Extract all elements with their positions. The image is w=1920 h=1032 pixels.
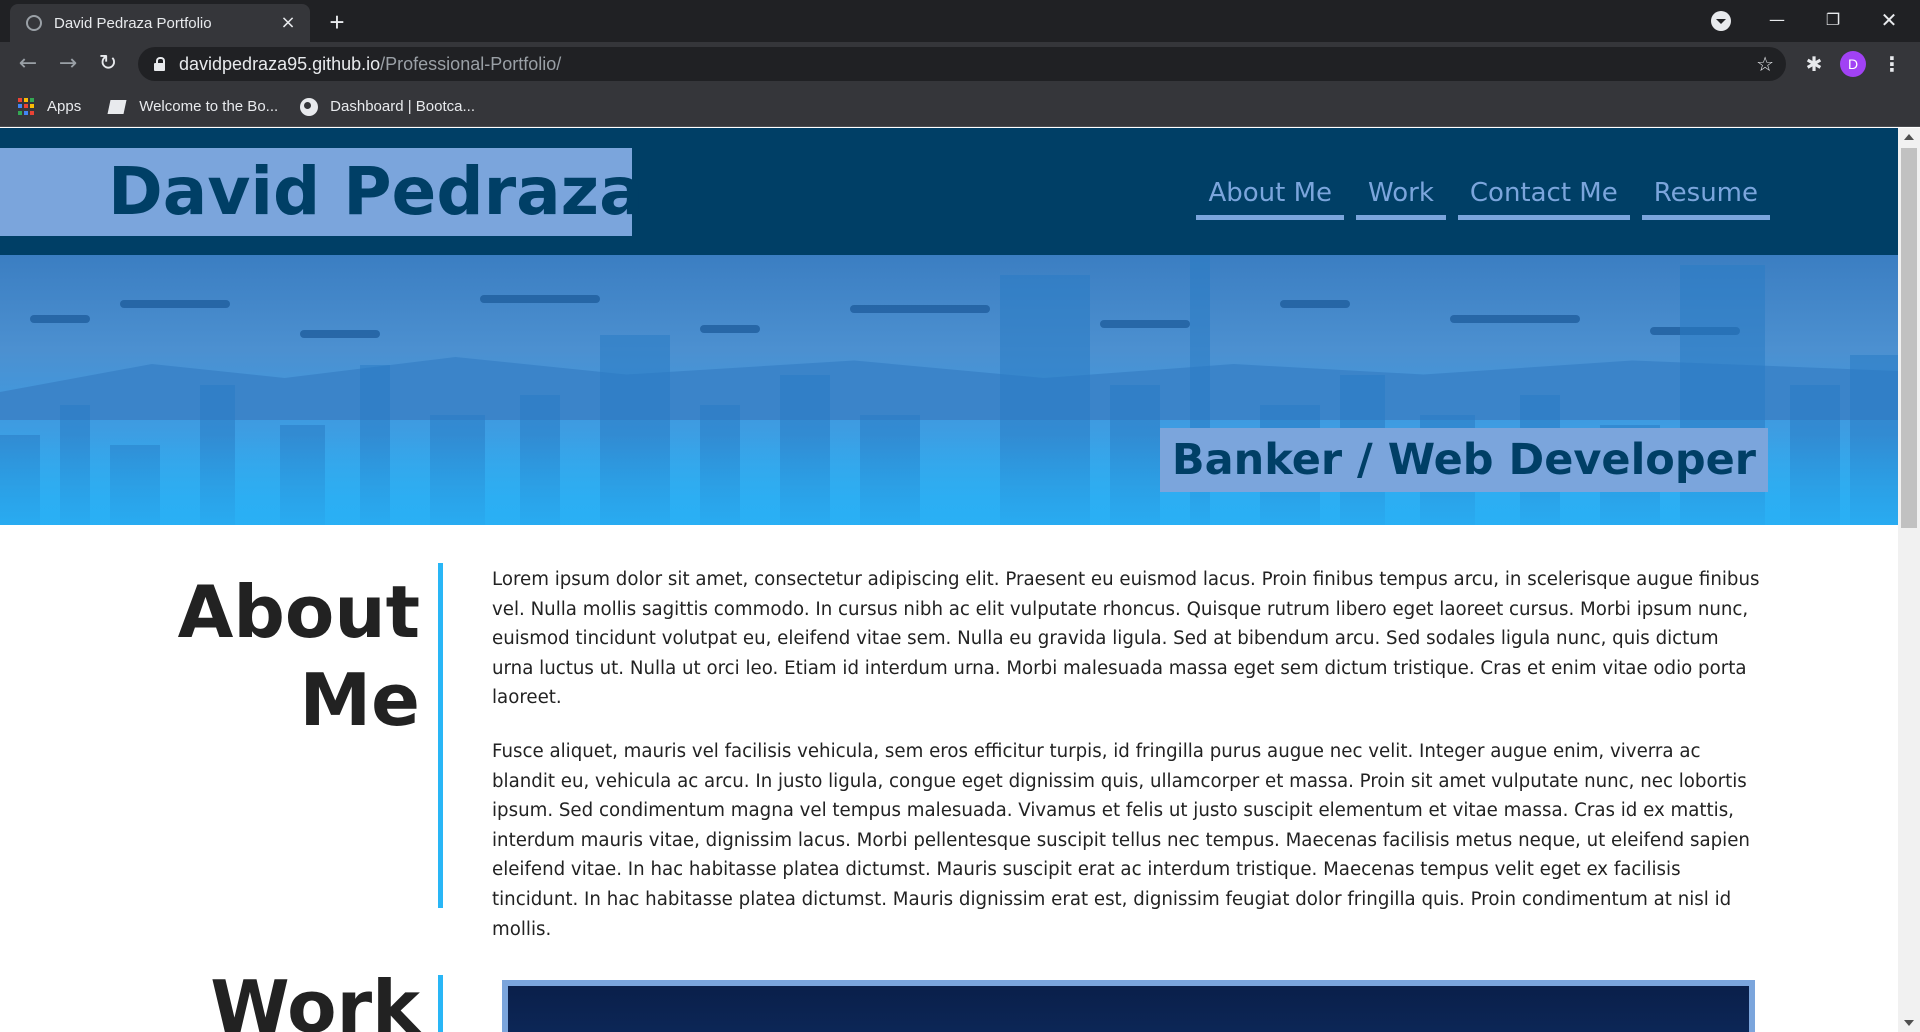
bookmark-apps[interactable]: Apps [18,98,81,115]
site-title: David Pedraza [0,148,644,236]
scroll-thumb[interactable] [1901,148,1917,528]
url-host: davidpedraza95.github.io [179,53,381,74]
bookmark-label: Dashboard | Bootca... [330,98,475,115]
bookmark-label: Apps [47,98,82,115]
browser-toolbar: ← → ↻ davidpedraza95.github.io /Professi… [0,42,1920,87]
about-paragraph: Fusce aliquet, mauris vel facilisis vehi… [492,740,1750,940]
bookmark-star-icon[interactable]: ☆ [1756,52,1774,76]
kebab-menu-icon[interactable]: ⋮ [1878,50,1906,78]
lock-icon[interactable] [154,57,165,71]
url-path: /Professional-Portfolio/ [380,53,562,74]
scroll-up-arrow-icon[interactable] [1904,134,1914,140]
book-icon [107,99,127,114]
work-divider [438,975,443,1032]
forward-arrow-icon[interactable]: → [52,48,84,80]
hero-tagline: Banker / Web Developer [1159,428,1768,492]
close-tab-icon[interactable]: × [278,13,298,33]
hero-banner: Banker / Web Developer [0,255,1898,525]
work-project-card[interactable] [502,980,1755,1032]
nav-link-work[interactable]: Work [1356,173,1446,220]
nav-link-resume[interactable]: Resume [1641,173,1770,220]
minimize-window-button[interactable]: — [1754,4,1800,36]
scroll-down-arrow-icon[interactable] [1904,1020,1914,1026]
reload-icon[interactable]: ↻ [92,48,124,80]
nav-link-contact-me[interactable]: Contact Me [1457,173,1630,220]
about-me-heading: About Me [177,570,420,742]
about-paragraph: Lorem ipsum dolor sit amet, consectetur … [492,569,1760,709]
site-header: David Pedraza About Me Work Contact Me R… [0,128,1898,255]
browser-tab-strip: David Pedraza Portfolio × + — ❐ ✕ [0,0,1920,42]
address-bar[interactable]: davidpedraza95.github.io /Professional-P… [138,47,1786,81]
about-divider [438,563,443,908]
tab-title: David Pedraza Portfolio [54,14,212,32]
tab-search-icon[interactable] [1711,11,1731,31]
back-arrow-icon[interactable]: ← [12,48,44,80]
new-tab-button[interactable]: + [322,8,352,38]
profile-avatar[interactable]: D [1840,51,1866,77]
extensions-puzzle-icon[interactable]: ✱ [1800,50,1828,78]
site-nav: About Me Work Contact Me Resume [1184,173,1770,220]
nav-link-about-me[interactable]: About Me [1196,173,1345,220]
apps-grid-icon [18,98,35,115]
about-me-text: Lorem ipsum dolor sit amet, consectetur … [492,565,1764,968]
page-viewport: David Pedraza About Me Work Contact Me R… [0,128,1898,1032]
bookmarks-bar: Apps Welcome to the Bo... Dashboard | Bo… [0,87,1920,127]
close-window-button[interactable]: ✕ [1866,4,1912,36]
bookmark-welcome[interactable]: Welcome to the Bo... [103,98,278,115]
globe-icon [300,97,319,116]
page-scrollbar[interactable] [1898,128,1920,1032]
hero-mountains [0,357,1898,420]
browser-tab[interactable]: David Pedraza Portfolio × [10,4,310,42]
bookmark-dashboard[interactable]: Dashboard | Bootca... [300,97,475,116]
work-heading: Work [210,965,420,1032]
restore-window-button[interactable]: ❐ [1810,4,1856,36]
bookmark-label: Welcome to the Bo... [139,98,279,115]
globe-favicon-icon [26,15,42,31]
